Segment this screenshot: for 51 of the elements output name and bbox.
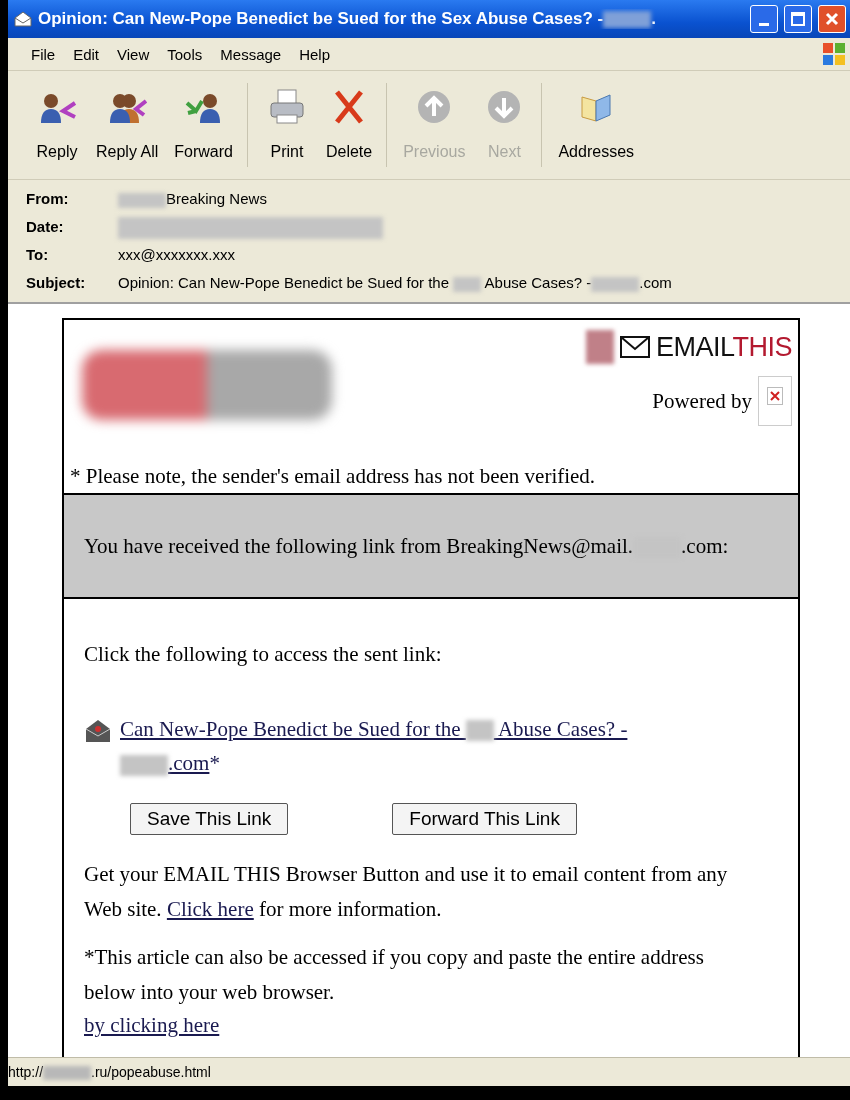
- open-envelope-icon: [84, 717, 112, 744]
- maximize-icon: [791, 12, 805, 26]
- minimize-button[interactable]: [750, 5, 778, 33]
- toolbar-button[interactable]: Forward: [166, 83, 241, 167]
- menu-item[interactable]: Help: [290, 41, 340, 67]
- windows-flag-icon: [822, 42, 846, 66]
- redaction-blur: [453, 276, 482, 292]
- menu-item[interactable]: Tools: [158, 41, 212, 67]
- header-label: From:: [26, 189, 70, 209]
- redaction-blur: [585, 330, 614, 364]
- clicking-here-link[interactable]: by clicking here: [84, 1013, 220, 1038]
- link-button[interactable]: Save This Link: [130, 802, 289, 835]
- logo-text: EMAIL: [655, 331, 733, 362]
- received-text: You have received the following link from BreakingNews@mail. .com:: [84, 533, 729, 559]
- toolbar-button[interactable]: Addresses: [550, 83, 643, 167]
- powered-by-text: Powered by: [652, 388, 752, 414]
- logo-text: THIS: [732, 331, 792, 362]
- window-title: Opinion: Can New-Pope Benedict be Sued for the Sex Abuse Cases? - .: [38, 9, 657, 29]
- close-button[interactable]: [818, 5, 846, 33]
- toolbar-button[interactable]: Reply: [26, 83, 88, 167]
- redaction-blur: [603, 11, 652, 28]
- promo-text: Get your EMAIL THIS Browser Button and use it to email content from any Web site. Click here for more information.: [84, 860, 729, 923]
- menu-item[interactable]: Message: [211, 41, 291, 67]
- redaction-blur: [118, 192, 166, 208]
- header-label: Subject:: [26, 273, 87, 293]
- broken-image-icon: [758, 376, 792, 426]
- menu-item[interactable]: View: [108, 41, 159, 67]
- header-value: Opinion: Can New-Pope Benedict be Sued for the Abuse Cases? - .com: [118, 273, 673, 294]
- header-label: To:: [26, 245, 50, 265]
- toolbar-button[interactable]: Print: [255, 83, 318, 167]
- link-button[interactable]: Forward This Link: [392, 802, 577, 835]
- close-icon: [825, 12, 839, 26]
- notice-text: * Please note, the sender's email address has not been verified.: [69, 464, 597, 490]
- toolbar-button[interactable]: Delete: [317, 83, 381, 167]
- instruction-text: Click the following to access the sent link:: [84, 641, 443, 668]
- header-label: Date:: [26, 217, 65, 237]
- redaction-blur: [43, 1066, 92, 1081]
- header-value: xxx@xxxxxxx.xxx: [118, 245, 236, 265]
- maximize-button[interactable]: [784, 5, 812, 33]
- note-text: *This article can also be accessed if you copy and paste the entire address below into your web browser.: [84, 944, 705, 1006]
- envelope-icon: [14, 11, 32, 27]
- toolbar-button[interactable]: Reply All: [88, 83, 167, 167]
- header-value: Breaking News: [118, 186, 832, 212]
- article-link[interactable]: Can New-Pope Benedict be Sued for the Abuse Cases? - .com*: [120, 711, 676, 781]
- redaction-blur: [591, 276, 640, 292]
- minimize-icon: [759, 22, 769, 26]
- status-text: http:// .ru/popeabuse.html: [8, 1063, 211, 1081]
- menu-item[interactable]: Edit: [64, 41, 109, 67]
- envelope-icon: [619, 336, 650, 358]
- click-here-link[interactable]: Click here: [166, 896, 254, 921]
- menu-item[interactable]: File: [22, 41, 65, 67]
